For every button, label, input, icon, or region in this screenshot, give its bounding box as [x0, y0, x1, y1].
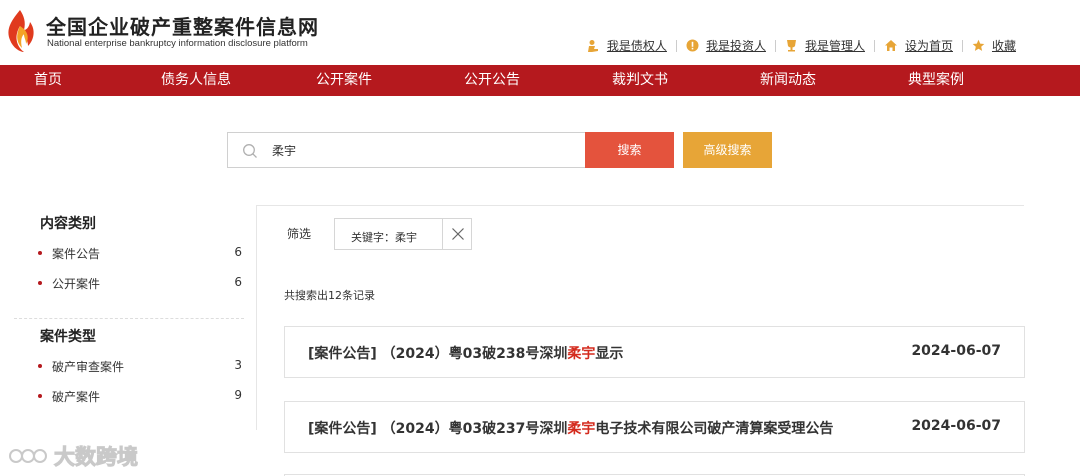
nav-item-debtor-info[interactable]: 债务人信息 — [161, 65, 231, 96]
bookmark-label: 收藏 — [991, 39, 1016, 53]
administrator-link[interactable]: 我是管理人 — [785, 37, 865, 54]
search-input[interactable] — [272, 133, 572, 167]
home-icon — [884, 40, 897, 51]
sidebar-item-count: 9 — [234, 388, 242, 402]
main-nav: 首页 债务人信息 公开案件 公开公告 裁判文书 新闻动态 典型案例 — [0, 65, 1080, 96]
watermark-text: 大数跨境 — [54, 445, 139, 470]
content-category-heading: 内容类别 — [40, 216, 96, 232]
creditor-link[interactable]: 我是债权人 — [586, 37, 667, 54]
search-button[interactable]: 搜索 — [585, 132, 674, 168]
nav-item-home[interactable]: 首页 — [34, 65, 62, 96]
result-title-suffix: 显示 — [595, 346, 624, 362]
result-item[interactable]: [案件公告] （2024）粤03破237号深圳柔宇电子技术有限公司破产清算案受理… — [284, 401, 1025, 453]
flame-logo-icon[interactable] — [4, 8, 38, 54]
result-title-prefix: [案件公告] （2024）粤03破238号深圳 — [308, 346, 568, 362]
close-icon — [452, 228, 464, 240]
search-box — [227, 132, 585, 168]
result-count: 共搜索出12条记录 — [284, 289, 375, 302]
remove-filter-button[interactable] — [442, 219, 472, 249]
sidebar-item-label: 案件公告 — [52, 247, 101, 261]
sidebar-item-bankruptcy-cases[interactable]: 破产案件 9 — [38, 386, 244, 406]
administrator-link-label: 我是管理人 — [804, 39, 865, 53]
keyword-filter-tag: 关键字：柔宇 — [334, 218, 472, 250]
watermark: 大数跨境 — [8, 440, 139, 472]
result-date: 2024-06-07 — [911, 343, 1001, 359]
search-icon — [243, 144, 257, 158]
sidebar-item-public-cases[interactable]: 公开案件 6 — [38, 273, 244, 293]
sidebar-item-bankruptcy-review[interactable]: 破产审查案件 3 — [38, 356, 244, 376]
result-date: 2024-06-07 — [911, 418, 1001, 434]
top-links: 我是债权人 我是投资人 我是管理人 设为首页 收藏 — [586, 37, 1016, 54]
nav-item-typical-cases[interactable]: 典型案例 — [908, 65, 964, 96]
sidebar-item-case-notices[interactable]: 案件公告 6 — [38, 243, 244, 263]
bullet-dot — [38, 281, 42, 285]
sidebar-item-count: 6 — [234, 245, 242, 259]
toplink-separator — [873, 39, 875, 52]
site-header: 全国企业破产重整案件信息网 National enterprise bankru… — [0, 0, 1080, 64]
investor-link[interactable]: 我是投资人 — [686, 37, 766, 54]
creditor-icon — [587, 39, 598, 52]
toplink-separator — [675, 39, 677, 52]
bullet-dot — [38, 364, 42, 368]
sidebar-item-label: 公开案件 — [52, 277, 101, 291]
set-homepage-label: 设为首页 — [904, 39, 953, 53]
result-title[interactable]: [案件公告] （2024）粤03破237号深圳柔宇电子技术有限公司破产清算案受理… — [308, 418, 833, 438]
investor-icon — [686, 39, 699, 52]
sidebar-item-count: 3 — [234, 358, 242, 372]
sidebar-item-label: 破产审查案件 — [52, 360, 125, 374]
investor-link-label: 我是投资人 — [705, 39, 766, 53]
bullet-dot — [38, 394, 42, 398]
toplink-separator — [961, 39, 963, 52]
set-homepage-link[interactable]: 设为首页 — [884, 37, 953, 54]
result-title-suffix: 电子技术有限公司破产清算案受理公告 — [595, 421, 834, 437]
nav-item-public-notices[interactable]: 公开公告 — [464, 65, 520, 96]
toplink-separator — [774, 39, 776, 52]
case-type-heading: 案件类型 — [40, 329, 96, 345]
advanced-search-button[interactable]: 高级搜索 — [683, 132, 772, 168]
site-title: 全国企业破产重整案件信息网 — [46, 15, 319, 39]
result-keyword-highlight: 柔宇 — [567, 346, 596, 362]
creditor-link-label: 我是债权人 — [606, 39, 667, 53]
nav-item-news[interactable]: 新闻动态 — [760, 65, 816, 96]
result-item[interactable]: [案件公告] （2024）粤03破238号深圳柔宇显示 2024-06-07 — [284, 326, 1025, 378]
star-icon — [972, 39, 985, 51]
sidebar-divider — [14, 318, 244, 319]
watermark-logo-icon — [9, 449, 47, 463]
nav-item-judgments[interactable]: 裁判文书 — [612, 65, 668, 96]
filter-label: 筛选 — [287, 227, 312, 241]
sidebar-item-count: 6 — [234, 275, 242, 289]
site-subtitle: National enterprise bankruptcy informati… — [47, 38, 308, 49]
bullet-dot — [38, 251, 42, 255]
bookmark-link[interactable]: 收藏 — [972, 37, 1016, 54]
nav-item-public-cases[interactable]: 公开案件 — [316, 65, 372, 96]
administrator-icon — [786, 40, 796, 52]
keyword-filter-text: 关键字：柔宇 — [351, 231, 417, 244]
sidebar-item-label: 破产案件 — [52, 390, 101, 404]
result-title-prefix: [案件公告] （2024）粤03破237号深圳 — [308, 421, 568, 437]
result-title[interactable]: [案件公告] （2024）粤03破238号深圳柔宇显示 — [308, 343, 623, 363]
result-keyword-highlight: 柔宇 — [567, 421, 596, 437]
